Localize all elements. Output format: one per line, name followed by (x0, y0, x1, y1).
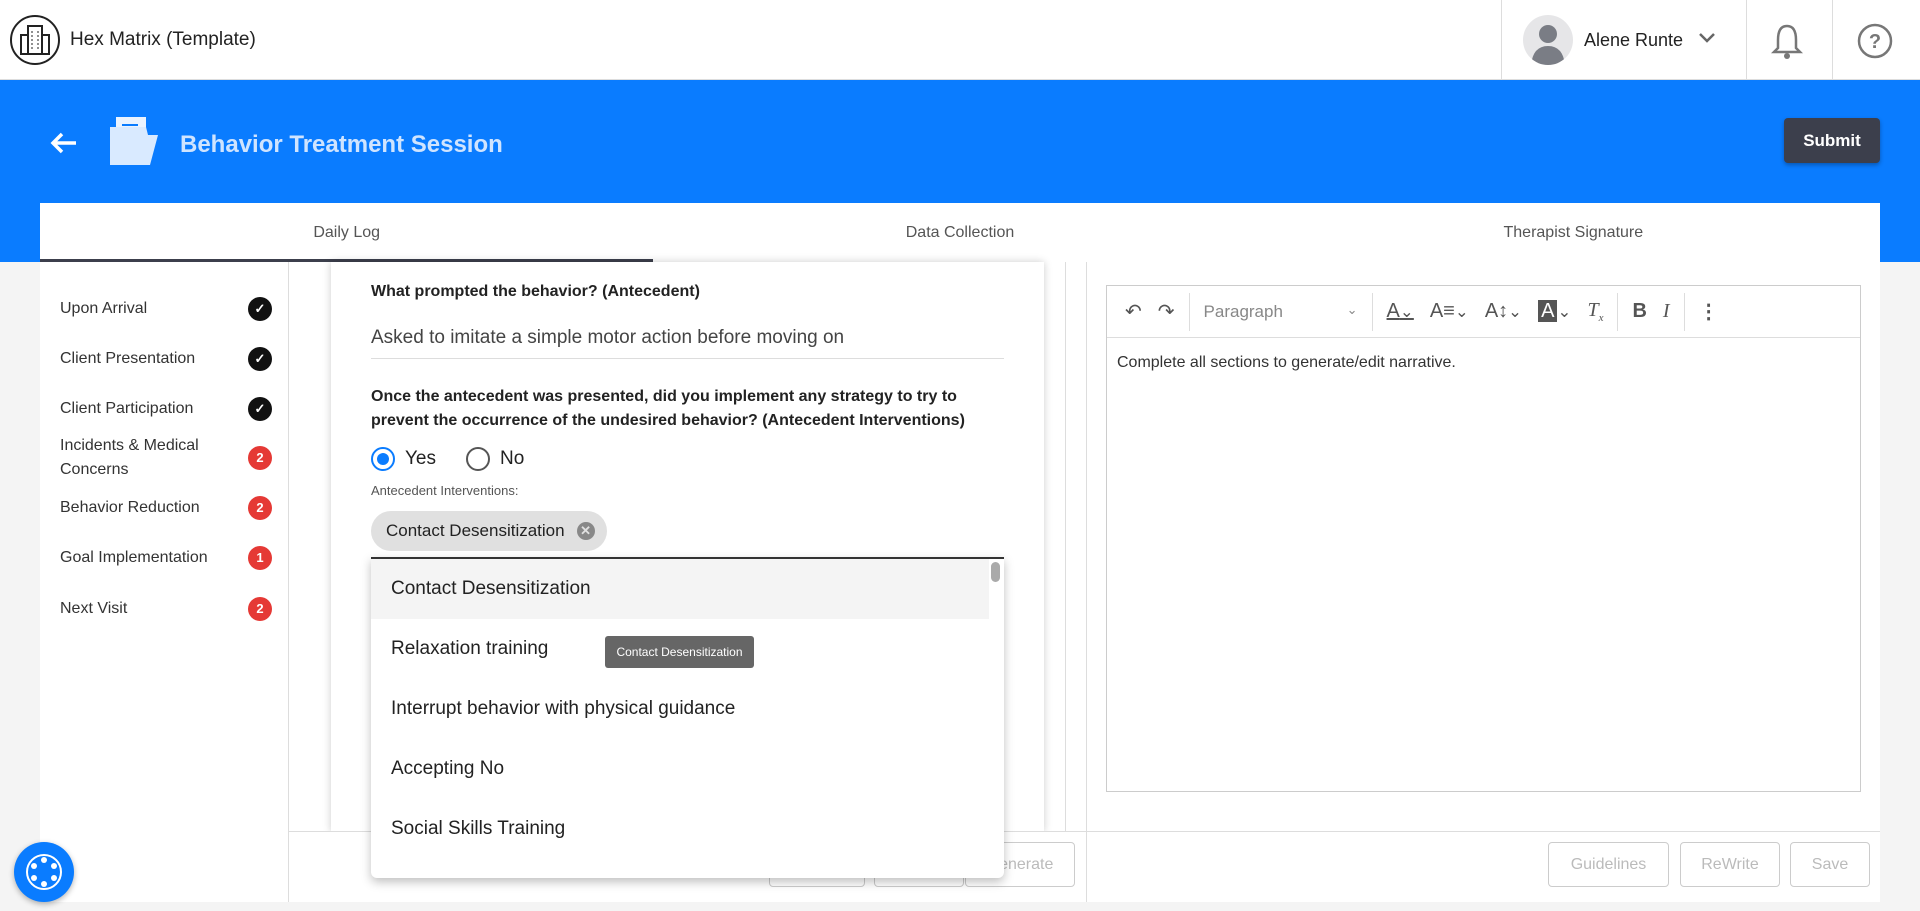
section-sidebar: Upon Arrival ✓ Client Presentation ✓ Clien… (40, 262, 289, 902)
back-arrow-icon[interactable] (48, 130, 80, 156)
font-family-icon[interactable]: A≡⌄ (1430, 300, 1469, 323)
italic-icon[interactable]: I (1663, 300, 1670, 323)
divider (1832, 0, 1833, 80)
building-logo-icon[interactable] (10, 15, 60, 65)
option-item[interactable]: Contact Desensitization (371, 559, 989, 619)
help-icon[interactable]: ? (1856, 22, 1894, 60)
scrollbar[interactable] (991, 562, 1000, 582)
rich-text-editor: ↶ ↷ Paragraph ⌄ A⌄ A≡⌄ A↕⌄ A ⌄ Tx B I ⋮ Co… (1106, 285, 1861, 792)
folder-document-icon (110, 117, 158, 165)
selected-chip: Contact Desensitization ✕ (371, 511, 607, 551)
sidebar-item-label: Incidents & Medical Concerns (60, 437, 199, 478)
font-color-icon[interactable]: A⌄ (1387, 300, 1414, 323)
option-item[interactable]: Accepting No (371, 739, 989, 799)
paragraph-select[interactable]: Paragraph ⌄ (1196, 302, 1366, 322)
divider (1746, 0, 1747, 80)
redo-icon[interactable]: ↷ (1158, 299, 1175, 324)
highlight-icon[interactable]: A ⌄ (1538, 300, 1571, 323)
option-item[interactable]: Interrupt behavior with physical guidanc… (371, 679, 989, 739)
antecedent-input[interactable]: Asked to imitate a simple motor action b… (371, 327, 1004, 359)
radio-no[interactable] (466, 447, 490, 471)
count-badge: 2 (248, 496, 272, 520)
user-name[interactable]: Alene Runte (1584, 30, 1683, 51)
option-item[interactable]: Social Skills Training (371, 799, 989, 859)
sidebar-item-upon-arrival[interactable]: Upon Arrival ✓ (60, 297, 272, 321)
field-label: Antecedent Interventions: (371, 483, 519, 498)
sidebar-item-label: Client Presentation (60, 350, 196, 367)
sidebar-item-incidents[interactable]: Incidents & Medical Concerns 2 (60, 434, 272, 482)
guidelines-button[interactable]: Guidelines (1548, 842, 1669, 887)
count-badge: 2 (248, 597, 272, 621)
antecedent-question: What prompted the behavior? (Antecedent) (371, 283, 700, 300)
intervention-radio-group: Yes No (371, 447, 524, 471)
divider (1501, 0, 1502, 80)
editor-toolbar: ↶ ↷ Paragraph ⌄ A⌄ A≡⌄ A↕⌄ A ⌄ Tx B I ⋮ (1107, 286, 1860, 338)
sidebar-item-label: Client Participation (60, 400, 194, 417)
count-badge: 1 (248, 546, 272, 570)
chevron-down-icon[interactable] (1698, 32, 1716, 44)
editor-content[interactable]: Complete all sections to generate/edit n… (1107, 338, 1860, 388)
tab-therapist-signature[interactable]: Therapist Signature (1267, 203, 1880, 262)
sidebar-item-label: Next Visit (60, 600, 128, 617)
sidebar-item-next-visit[interactable]: Next Visit 2 (60, 597, 272, 621)
check-circle-icon: ✓ (248, 297, 272, 321)
radio-no-label[interactable]: No (500, 448, 524, 470)
undo-icon[interactable]: ↶ (1125, 299, 1142, 324)
count-badge: 2 (248, 446, 272, 470)
check-circle-icon: ✓ (248, 347, 272, 371)
radio-yes-label[interactable]: Yes (405, 448, 436, 470)
sidebar-item-client-presentation[interactable]: Client Presentation ✓ (60, 347, 272, 371)
tab-data-collection[interactable]: Data Collection (653, 203, 1266, 262)
bold-icon[interactable]: B (1632, 300, 1646, 323)
rewrite-button[interactable]: ReWrite (1680, 842, 1780, 887)
save-button[interactable]: Save (1790, 842, 1870, 887)
clear-format-icon[interactable]: Tx (1587, 299, 1603, 324)
sidebar-item-label: Upon Arrival (60, 300, 148, 317)
page-title: Behavior Treatment Session (180, 131, 503, 158)
interventions-dropdown: Contact Desensitization Relaxation train… (371, 557, 1004, 878)
tooltip: Contact Desensitization (605, 636, 754, 668)
sidebar-item-client-participation[interactable]: Client Participation ✓ (60, 397, 272, 421)
more-options-icon[interactable]: ⋮ (1699, 299, 1719, 324)
sidebar-item-label: Goal Implementation (60, 549, 208, 566)
font-size-icon[interactable]: A↕⌄ (1485, 300, 1522, 323)
accessibility-menu-button[interactable] (14, 842, 74, 902)
sidebar-item-label: Behavior Reduction (60, 499, 200, 516)
bell-icon[interactable] (1770, 22, 1804, 60)
sidebar-item-goal-implementation[interactable]: Goal Implementation 1 (60, 546, 272, 570)
check-circle-icon: ✓ (248, 397, 272, 421)
chip-label: Contact Desensitization (386, 521, 565, 540)
remove-chip-icon[interactable]: ✕ (576, 522, 595, 540)
avatar[interactable] (1523, 15, 1573, 65)
radio-yes[interactable] (371, 447, 395, 471)
intervention-question: Once the antecedent was presented, did y… (371, 388, 965, 429)
tab-bar: Daily Log Data Collection Therapist Sign… (40, 203, 1880, 262)
svg-text:?: ? (1869, 31, 1881, 53)
app-name: Hex Matrix (Template) (70, 29, 256, 50)
submit-button[interactable]: Submit (1784, 118, 1880, 163)
tab-daily-log[interactable]: Daily Log (40, 203, 654, 262)
divider (1065, 262, 1066, 831)
sidebar-item-behavior-reduction[interactable]: Behavior Reduction 2 (60, 496, 272, 520)
top-bar: Hex Matrix (Template) Alene Runte ? (0, 0, 1920, 80)
